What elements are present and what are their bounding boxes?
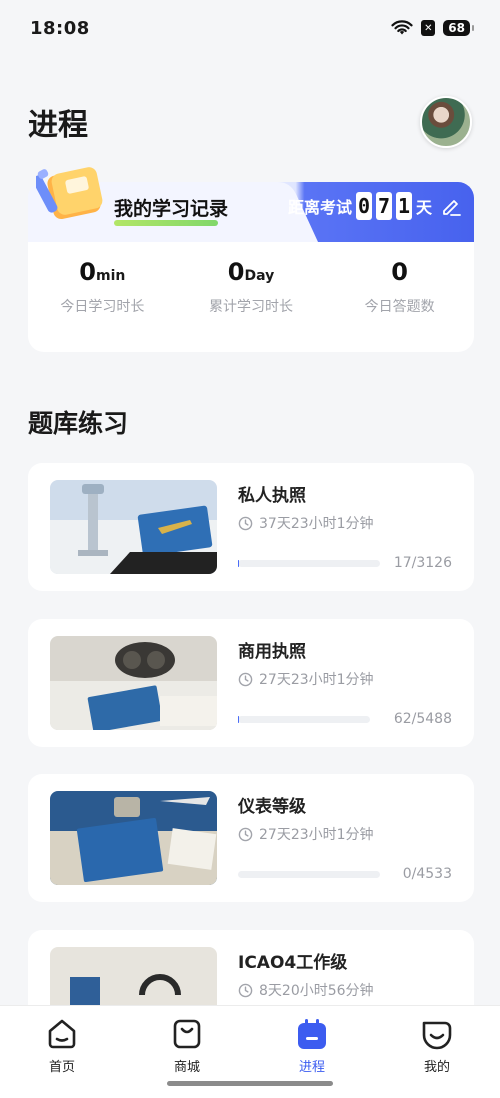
stat-label: 今日答题数 bbox=[364, 299, 435, 315]
tab-label: 我的 bbox=[423, 1060, 450, 1075]
course-name: 私人执照 bbox=[238, 486, 306, 506]
calendar-icon bbox=[298, 1019, 326, 1049]
stat-value-row: 0Day bbox=[181, 258, 321, 286]
course-progress-count: 62/5488 bbox=[393, 711, 452, 727]
stat-today-answers: 0 今日答题数 bbox=[330, 258, 470, 316]
tab-label: 进程 bbox=[298, 1060, 325, 1075]
stat-value-row: 0 bbox=[330, 258, 470, 286]
status-bar: 18:08 ✕ 68 bbox=[0, 0, 500, 56]
countdown-unit: 天 bbox=[415, 198, 432, 217]
stat-unit: min bbox=[96, 268, 126, 284]
course-progress-bar bbox=[238, 716, 370, 723]
exam-countdown[interactable]: 距离考试 0 7 1 天 bbox=[288, 192, 462, 220]
notebook-illustration-icon bbox=[36, 167, 103, 220]
course-time-remaining: 8天20小时56分钟 bbox=[238, 980, 374, 1000]
stat-value: 0 bbox=[227, 258, 245, 286]
exam-countdown-label: 距离考试 bbox=[287, 198, 352, 217]
course-progress-count: 0/4533 bbox=[402, 866, 452, 882]
wifi-icon bbox=[391, 20, 413, 35]
stat-unit: Day bbox=[244, 268, 275, 284]
course-progress-fill bbox=[238, 716, 240, 723]
status-time: 18:08 bbox=[30, 17, 90, 39]
study-record-title: 我的学习记录 bbox=[114, 198, 229, 220]
course-name: 商用执照 bbox=[238, 642, 306, 662]
study-stats: 0min 今日学习时长 0Day 累计学习时长 0 今日答题数 bbox=[28, 258, 474, 316]
course-progress-fill bbox=[238, 560, 239, 567]
course-time-remaining: 27天23小时1分钟 bbox=[238, 824, 374, 844]
course-time-text: 37天23小时1分钟 bbox=[259, 516, 374, 532]
stat-total-days: 0Day 累计学习时长 bbox=[181, 258, 321, 316]
countdown-digit: 1 bbox=[395, 192, 412, 220]
countdown-digit: 7 bbox=[375, 192, 392, 220]
airport-tower-image bbox=[50, 480, 217, 574]
course-time-text: 27天23小时1分钟 bbox=[259, 827, 374, 843]
course-time-text: 8天20小时56分钟 bbox=[259, 983, 374, 999]
page-title: 进程 bbox=[28, 108, 88, 143]
course-time-remaining: 27天23小时1分钟 bbox=[238, 669, 374, 689]
sim-off-icon: ✕ bbox=[421, 20, 436, 36]
stat-label: 累计学习时长 bbox=[208, 299, 293, 315]
course-progress-bar bbox=[238, 871, 380, 878]
profile-smile-icon bbox=[422, 1021, 452, 1050]
tab-progress[interactable]: 进程 bbox=[272, 1016, 352, 1075]
course-progress-bar bbox=[238, 560, 380, 567]
bottom-tab-bar: 首页 商城 进程 我的 bbox=[0, 1005, 500, 1098]
stat-today-minutes: 0min 今日学习时长 bbox=[32, 258, 172, 316]
course-name: ICAO4工作级 bbox=[238, 953, 348, 973]
stat-label: 今日学习时长 bbox=[60, 299, 145, 315]
course-thumbnail bbox=[50, 480, 217, 574]
instrument-desk-image bbox=[50, 791, 217, 885]
course-time-remaining: 37天23小时1分钟 bbox=[238, 513, 374, 533]
course-progress-count: 17/3126 bbox=[393, 555, 452, 571]
course-card-commercial[interactable]: 商用执照 27天23小时1分钟 62/5488 bbox=[28, 619, 474, 747]
clock-icon bbox=[238, 983, 253, 997]
home-indicator bbox=[167, 1081, 333, 1086]
tab-mine[interactable]: 我的 bbox=[397, 1016, 477, 1075]
stat-value: 0 bbox=[79, 258, 96, 286]
edit-icon[interactable] bbox=[440, 195, 462, 217]
tab-label: 商城 bbox=[173, 1060, 200, 1075]
status-icons: ✕ 68 bbox=[391, 20, 474, 36]
course-thumbnail bbox=[50, 636, 217, 730]
tab-home[interactable]: 首页 bbox=[22, 1016, 102, 1075]
battery-indicator: 68 bbox=[443, 20, 474, 36]
question-bank-title: 题库练习 bbox=[28, 409, 129, 438]
home-icon bbox=[48, 1019, 76, 1049]
countdown-digit: 0 bbox=[355, 192, 372, 220]
stat-value-row: 0min bbox=[32, 258, 172, 286]
pilot-helmet-image bbox=[50, 636, 217, 730]
course-name: 仪表等级 bbox=[238, 797, 306, 817]
stat-value: 0 bbox=[391, 258, 408, 286]
avatar[interactable] bbox=[420, 96, 472, 148]
clock-icon bbox=[238, 516, 253, 530]
shopping-bag-icon bbox=[173, 1019, 201, 1049]
tab-label: 首页 bbox=[48, 1060, 75, 1075]
course-card-instrument[interactable]: 仪表等级 27天23小时1分钟 0/4533 bbox=[28, 774, 474, 902]
course-time-text: 27天23小时1分钟 bbox=[259, 672, 374, 688]
tab-store[interactable]: 商城 bbox=[147, 1016, 227, 1075]
clock-icon bbox=[238, 672, 253, 686]
clock-icon bbox=[238, 827, 253, 841]
course-thumbnail bbox=[50, 791, 217, 885]
course-card-private[interactable]: 私人执照 37天23小时1分钟 17/3126 bbox=[28, 463, 474, 591]
